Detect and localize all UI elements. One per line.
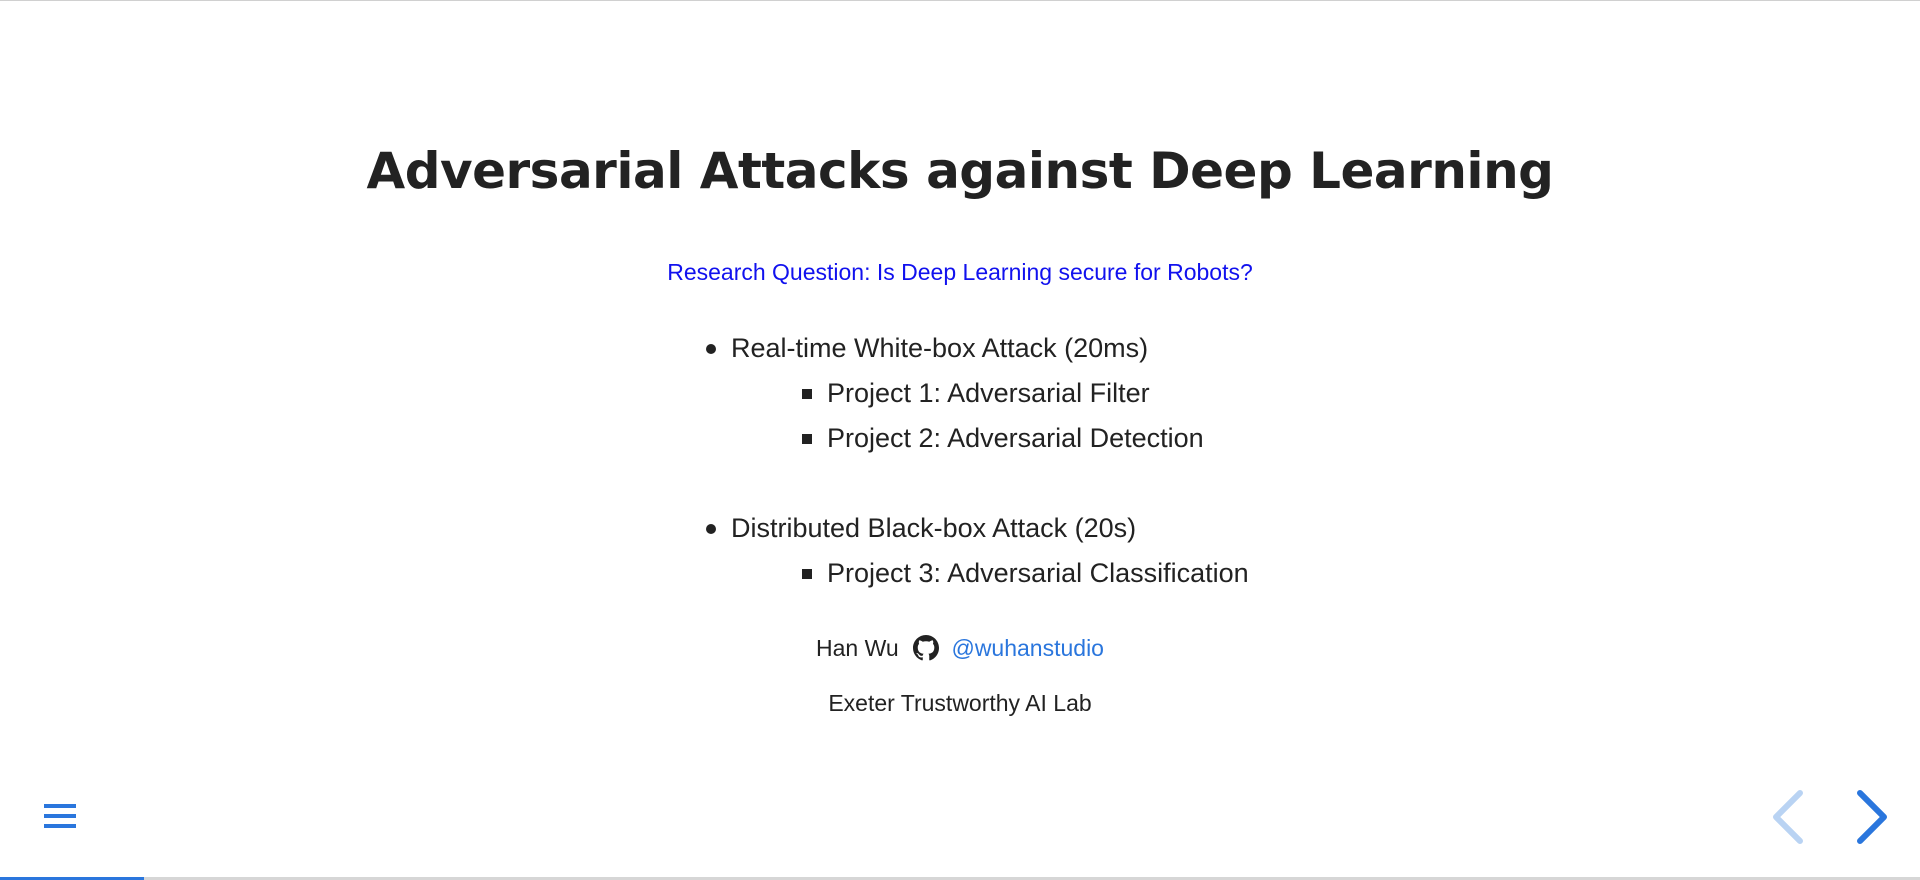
outline-item: Real-time White-box Attack (20ms) [705, 326, 1405, 371]
outline-subitem-label: Project 1: Adversarial Filter [827, 378, 1150, 408]
outline-list: Real-time White-box Attack (20ms) Projec… [705, 326, 1405, 596]
outline-item-label: Distributed Black-box Attack (20s) [731, 513, 1137, 543]
hamburger-icon [44, 804, 76, 828]
github-profile-link[interactable]: @wuhanstudio [951, 635, 1104, 661]
chevron-right-icon [1857, 790, 1887, 844]
outline-subitem: Project 2: Adversarial Detection [705, 416, 1405, 461]
slide-title: Adversarial Attacks against Deep Learnin… [366, 142, 1554, 200]
outline-subitem: Project 3: Adversarial Classification [705, 551, 1405, 596]
bullet-dot-icon [706, 524, 716, 534]
github-icon [913, 634, 940, 661]
outline-subitem-label: Project 2: Adversarial Detection [827, 423, 1204, 453]
research-question: Research Question: Is Deep Learning secu… [667, 259, 1253, 285]
slide-page: Adversarial Attacks against Deep Learnin… [0, 0, 1920, 880]
bullet-square-icon [802, 389, 812, 399]
author-line: Han Wu @wuhanstudio [0, 629, 1920, 665]
next-slide-button[interactable] [1850, 787, 1894, 847]
menu-button[interactable] [40, 798, 80, 838]
lab-name: Exeter Trustworthy AI Lab [828, 690, 1092, 716]
chevron-left-icon [1773, 790, 1803, 844]
outline-subitem-label: Project 3: Adversarial Classification [827, 558, 1249, 588]
bullet-square-icon [802, 434, 812, 444]
bullet-square-icon [802, 569, 812, 579]
outline-group-gap [705, 461, 1405, 506]
author-name: Han Wu [816, 634, 899, 661]
outline-item-label: Real-time White-box Attack (20ms) [731, 333, 1149, 363]
outline-subitem: Project 1: Adversarial Filter [705, 371, 1405, 416]
outline-item: Distributed Black-box Attack (20s) [705, 506, 1405, 551]
bullet-dot-icon [706, 344, 716, 354]
prev-slide-button[interactable] [1766, 787, 1810, 847]
